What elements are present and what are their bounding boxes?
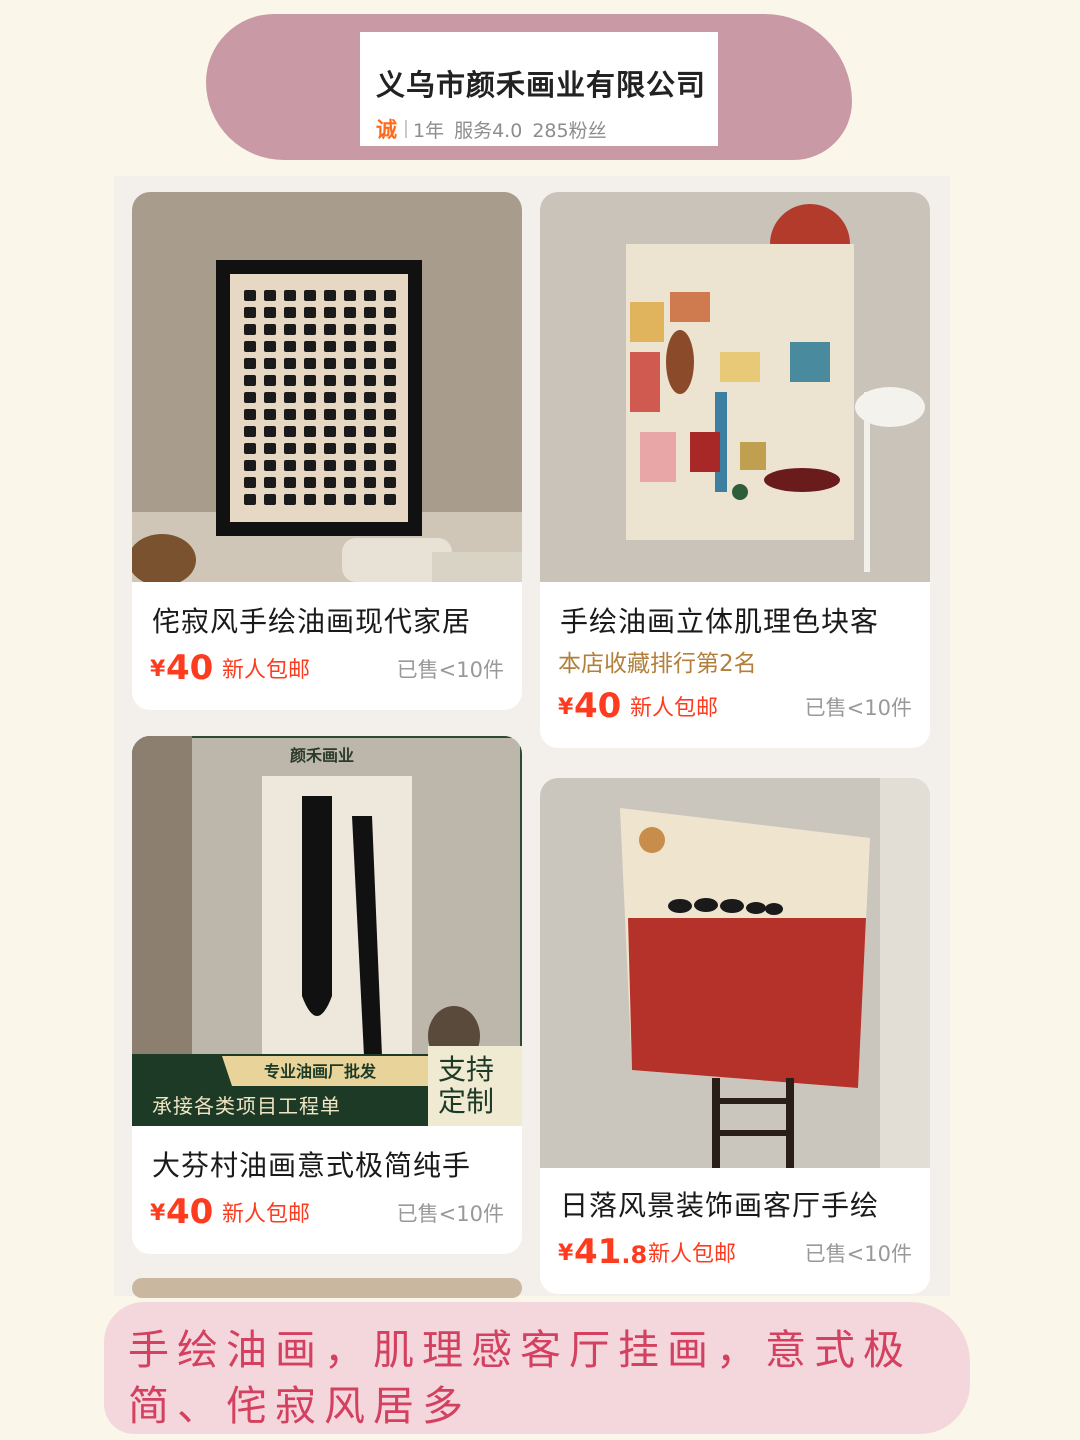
- price-value: 40: [166, 648, 214, 688]
- promo-label: 新人包邮: [630, 696, 719, 721]
- caption-text: 手绘油画，肌理感客厅挂画，意式极简、侘寂风居多: [128, 1326, 912, 1430]
- price-value: 40: [166, 1192, 214, 1232]
- sold-count: 已售<10件: [804, 696, 912, 720]
- product-card[interactable]: 日落风景装饰画客厅手绘 ¥ 41.8 新人包邮 已售<10件: [540, 778, 930, 1294]
- sold-count: 已售<10件: [804, 1242, 912, 1266]
- custom-tag: 支持 定制: [438, 1053, 495, 1118]
- project-slogan: 承接各类项目工程单: [152, 1094, 341, 1118]
- currency-symbol: ¥: [150, 1201, 166, 1226]
- rank-badge: 本店收藏排行第2名: [558, 651, 757, 677]
- price-row: ¥ 40 新人包邮 已售<10件: [558, 686, 912, 726]
- meta-divider: [405, 120, 407, 138]
- product-card[interactable]: 侘寂风手绘油画现代家居 ¥ 40 新人包邮 已售<10件: [132, 192, 522, 710]
- product-image[interactable]: [132, 192, 522, 582]
- product-image[interactable]: [540, 192, 930, 582]
- product-title[interactable]: 手绘油画立体肌理色块客: [560, 600, 879, 640]
- price-row: ¥ 40 新人包邮 已售<10件: [150, 1192, 504, 1232]
- store-meta: 诚 1年 服务4.0 285粉丝: [376, 114, 702, 144]
- currency-symbol: ¥: [558, 1241, 574, 1266]
- product-card-partial[interactable]: [132, 1278, 522, 1298]
- store-name[interactable]: 义乌市颜禾画业有限公司: [376, 62, 705, 104]
- promo-label: 新人包邮: [222, 658, 311, 683]
- store-service-score: 服务4.0: [454, 119, 523, 142]
- price-row: ¥ 41.8 新人包邮 已售<10件: [558, 1232, 912, 1272]
- color-block-painting-image: [540, 192, 930, 582]
- product-title[interactable]: 侘寂风手绘油画现代家居: [152, 600, 471, 640]
- price-value: 41.8: [574, 1232, 648, 1272]
- sold-count: 已售<10件: [396, 1202, 504, 1226]
- promo-label: 新人包邮: [648, 1242, 737, 1267]
- brand-tag: 颜禾画业: [290, 746, 355, 765]
- store-years: 1年: [413, 119, 445, 142]
- product-title[interactable]: 日落风景装饰画客厅手绘: [560, 1184, 879, 1224]
- product-image[interactable]: [540, 778, 930, 1168]
- currency-symbol: ¥: [558, 695, 574, 720]
- integrity-badge-icon: 诚: [376, 118, 397, 142]
- sold-count: 已售<10件: [396, 658, 504, 682]
- wabi-sabi-painting-image: [132, 192, 522, 582]
- product-card[interactable]: 颜禾画业 专业油画厂批发 承接各类项目工程单 支持 定制 大芬村油画意式极简纯手…: [132, 736, 522, 1254]
- wholesale-tag: 专业油画厂批发: [264, 1062, 377, 1081]
- product-card[interactable]: 手绘油画立体肌理色块客 本店收藏排行第2名 ¥ 40 新人包邮 已售<10件: [540, 192, 930, 748]
- promo-label: 新人包邮: [222, 1202, 311, 1227]
- sunset-landscape-painting-image: [540, 778, 930, 1168]
- price-row: ¥ 40 新人包邮 已售<10件: [150, 648, 504, 688]
- price-value: 40: [574, 686, 622, 726]
- caption-box: 手绘油画，肌理感客厅挂画，意式极简、侘寂风居多: [104, 1302, 970, 1434]
- currency-symbol: ¥: [150, 657, 166, 682]
- store-fans: 285粉丝: [532, 119, 607, 142]
- store-card[interactable]: 义乌市颜禾画业有限公司 诚 1年 服务4.0 285粉丝: [360, 32, 718, 146]
- product-title[interactable]: 大芬村油画意式极简纯手: [152, 1144, 471, 1184]
